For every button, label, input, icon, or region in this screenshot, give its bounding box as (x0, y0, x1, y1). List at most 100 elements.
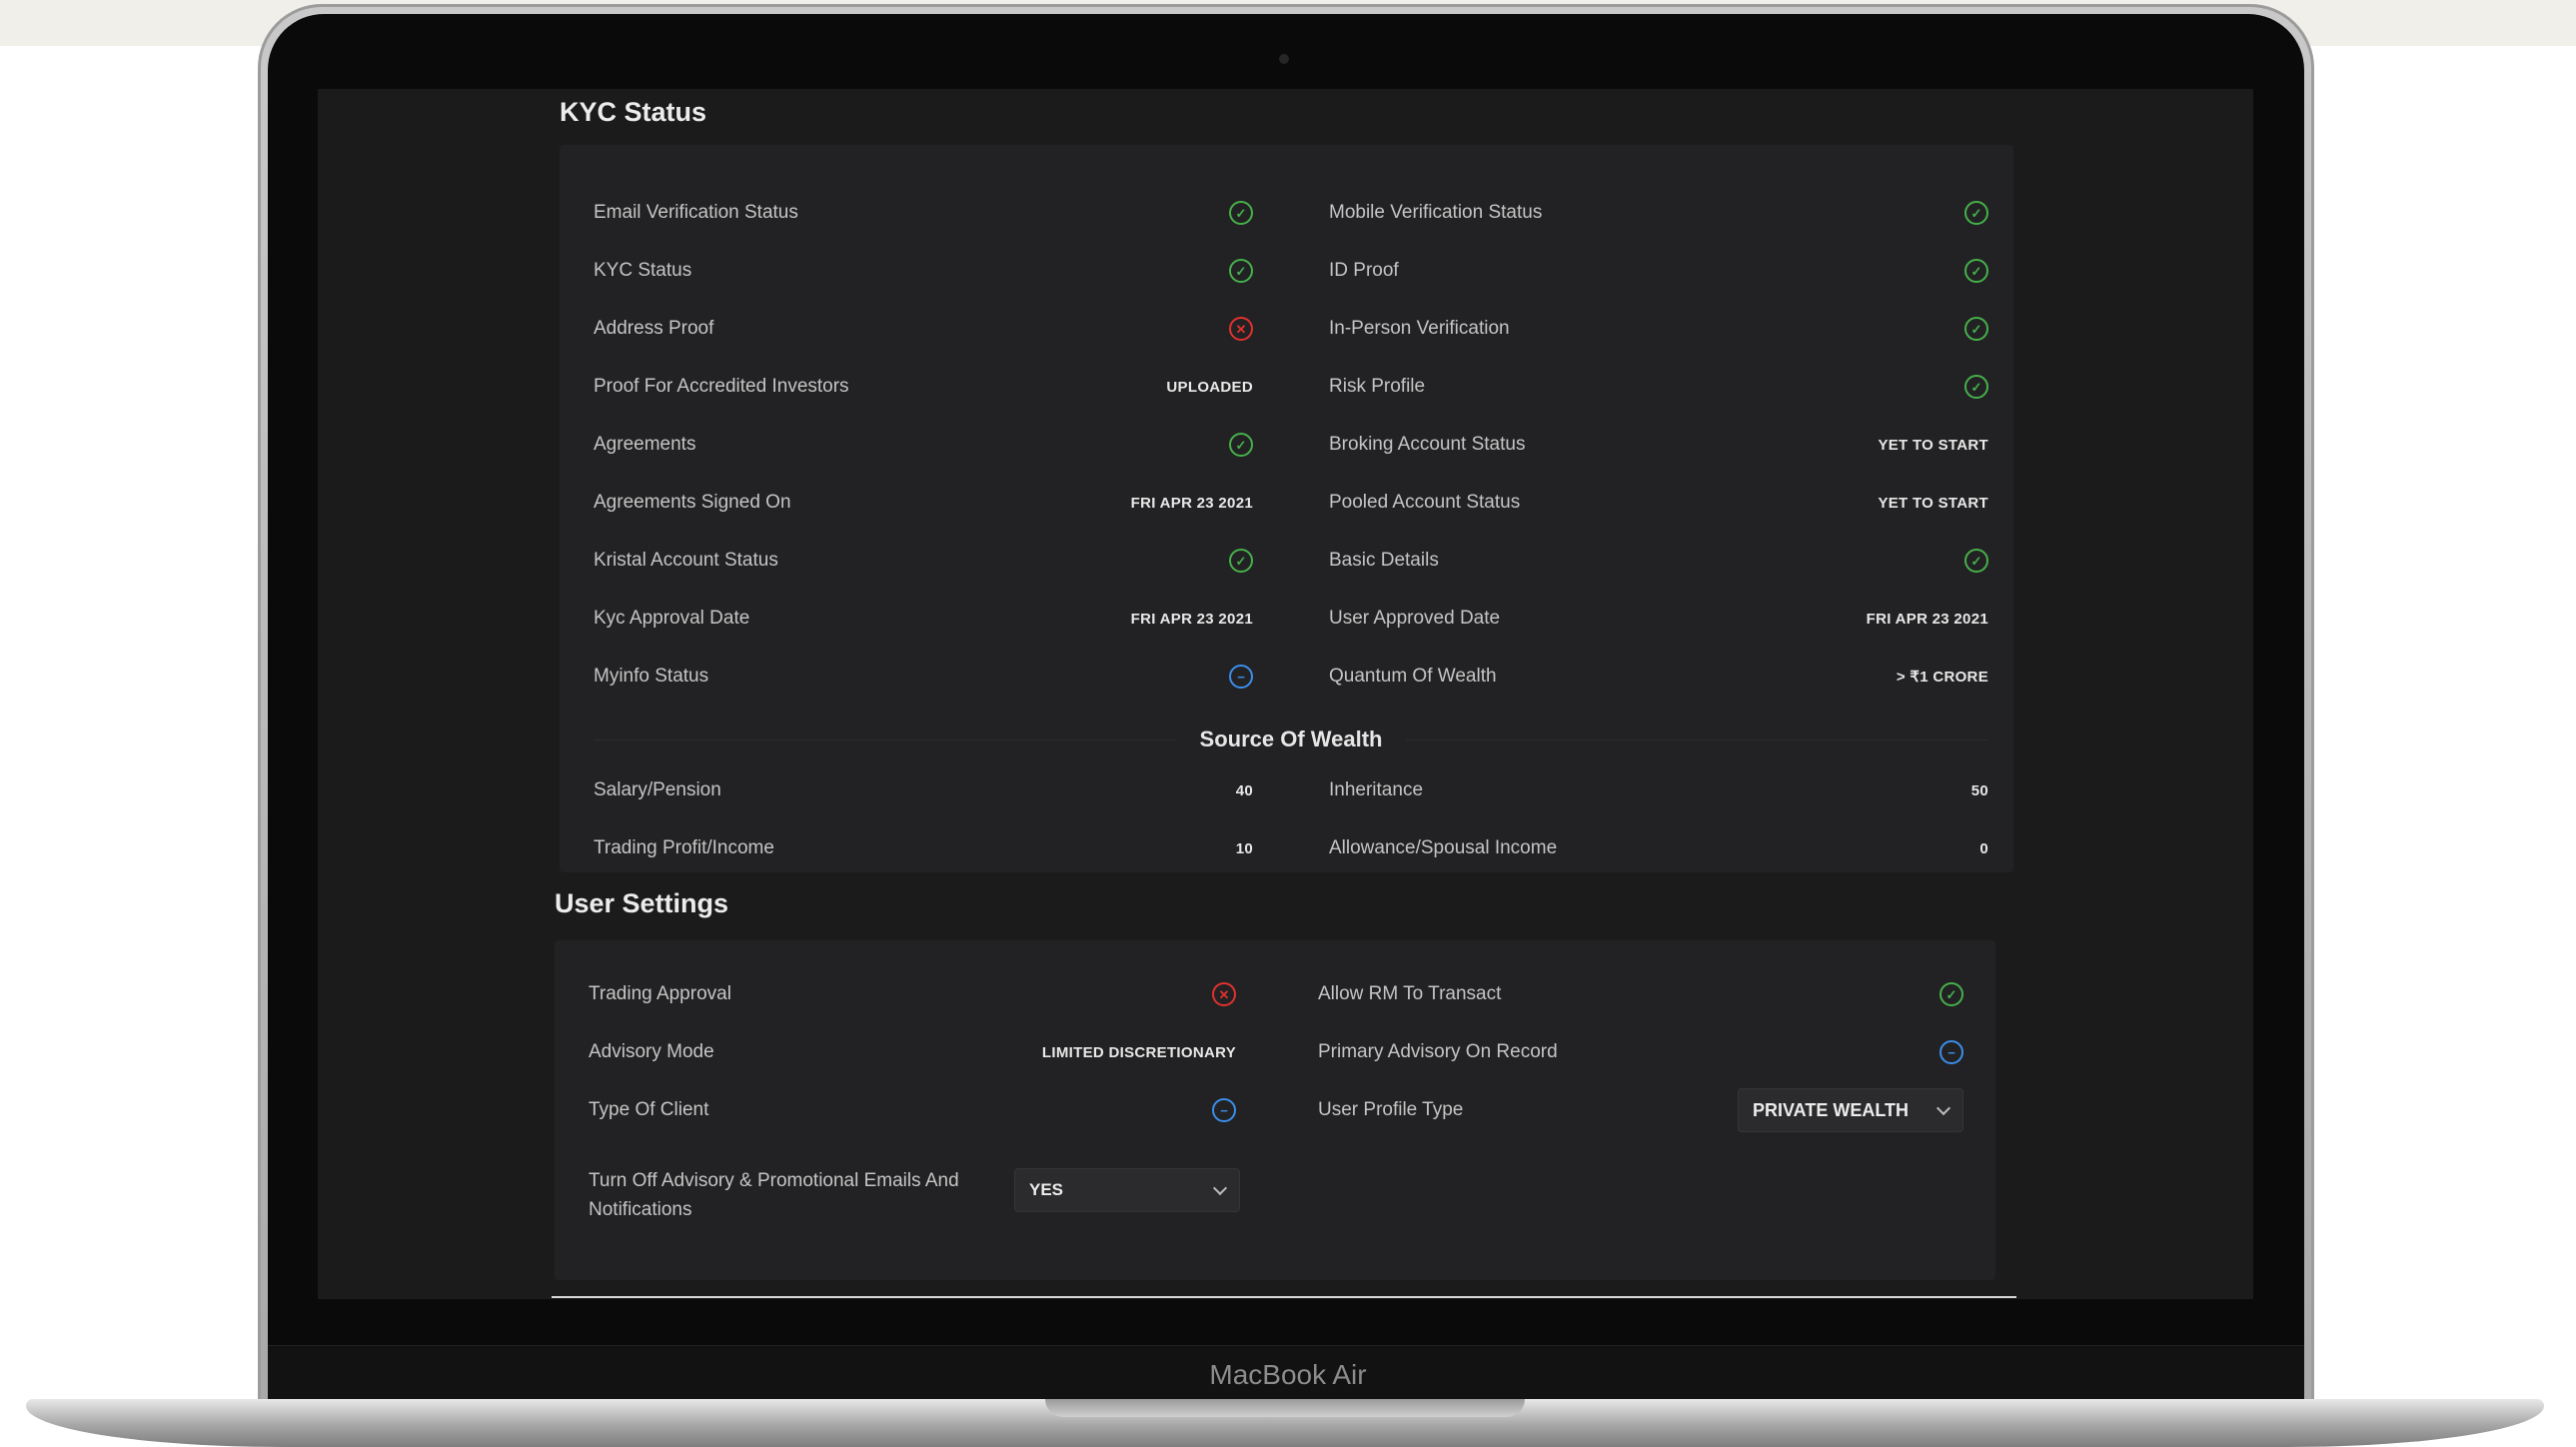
row-label: ID Proof (1329, 260, 1399, 281)
user-settings-title: User Settings (555, 888, 729, 918)
divider-line (594, 738, 1176, 740)
email-toggle-label: Turn Off Advisory & Promotional Emails A… (589, 1170, 959, 1220)
source-of-wealth-heading: Source Of Wealth (594, 723, 1988, 756)
kyc-row-user-approved-date: User Approved Date FRI APR 23 2021 (1329, 599, 1988, 639)
row-label: In-Person Verification (1329, 318, 1510, 339)
row-label: Myinfo Status (594, 666, 709, 687)
row-label: Address Proof (594, 318, 714, 339)
kyc-row-broking-account: Broking Account Status YET TO START (1329, 425, 1988, 465)
row-label: User Profile Type (1318, 1099, 1464, 1120)
select-value: PRIVATE WEALTH (1753, 1099, 1909, 1120)
check-icon: ✓ (1964, 259, 1988, 283)
kyc-row-basic-details: Basic Details ✓ (1329, 541, 1988, 581)
row-value: FRI APR 23 2021 (1866, 610, 1988, 628)
row-label: Advisory Mode (589, 1041, 714, 1062)
user-profile-type-select[interactable]: PRIVATE WEALTH (1738, 1088, 1963, 1132)
row-label: Primary Advisory On Record (1318, 1041, 1558, 1062)
kyc-row-agreements: Agreements ✓ (594, 425, 1253, 465)
check-icon: ✓ (1229, 259, 1253, 283)
row-value: 50 (1970, 781, 1988, 799)
row-value: 0 (1979, 839, 1988, 857)
row-label: Broking Account Status (1329, 434, 1526, 455)
cross-icon[interactable]: ✕ (1212, 982, 1236, 1006)
row-label: Kristal Account Status (594, 550, 778, 571)
wealth-row-salary: Salary/Pension 40 (594, 770, 1253, 810)
row-label: User Approved Date (1329, 608, 1501, 629)
row-label: Allowance/Spousal Income (1329, 837, 1558, 858)
cross-icon: ✕ (1229, 317, 1253, 341)
check-icon[interactable]: ✓ (1939, 982, 1963, 1006)
kyc-section-title: KYC Status (560, 97, 707, 127)
kyc-row-risk-profile: Risk Profile ✓ (1329, 367, 1988, 407)
wealth-row-inheritance: Inheritance 50 (1329, 770, 1988, 810)
row-label: Trading Profit/Income (594, 837, 774, 858)
row-label: Mobile Verification Status (1329, 202, 1543, 223)
setting-row-trading-approval: Trading Approval ✕ (589, 974, 1236, 1014)
chevron-down-icon (1212, 1180, 1228, 1195)
select-value: YES (1029, 1180, 1064, 1199)
row-value: 40 (1235, 781, 1253, 799)
setting-row-user-profile-type: User Profile Type (1318, 1090, 1638, 1130)
minus-icon[interactable]: − (1212, 1098, 1236, 1122)
kyc-row-myinfo: Myinfo Status − (594, 657, 1253, 697)
row-value: FRI APR 23 2021 (1130, 610, 1253, 628)
row-value: YET TO START (1878, 436, 1988, 454)
setting-row-advisory-mode: Advisory Mode LIMITED DISCRETIONARY (589, 1032, 1236, 1072)
kyc-panel: Email Verification Status ✓ KYC Status ✓… (560, 145, 2013, 872)
row-label: Allow RM To Transact (1318, 983, 1502, 1004)
check-icon: ✓ (1229, 201, 1253, 225)
check-icon: ✓ (1229, 433, 1253, 457)
check-icon: ✓ (1964, 201, 1988, 225)
row-label: Kyc Approval Date (594, 608, 750, 629)
kyc-row-accredited-proof: Proof For Accredited Investors UPLOADED (594, 367, 1253, 407)
kyc-row-kyc-status: KYC Status ✓ (594, 251, 1253, 291)
divider-line (1406, 738, 1988, 740)
kyc-row-quantum-of-wealth: Quantum Of Wealth > ₹1 CRORE (1329, 657, 1988, 697)
wealth-row-trading-profit: Trading Profit/Income 10 (594, 828, 1253, 868)
check-icon: ✓ (1964, 317, 1988, 341)
row-value: YET TO START (1878, 494, 1988, 512)
email-toggle-select[interactable]: YES (1014, 1168, 1240, 1212)
camera-icon (1279, 54, 1289, 64)
setting-row-allow-rm: Allow RM To Transact ✓ (1318, 974, 1963, 1014)
kyc-row-email-verification: Email Verification Status ✓ (594, 193, 1253, 233)
row-label: Trading Approval (589, 983, 731, 1004)
row-label: Type Of Client (589, 1099, 709, 1120)
row-label: Email Verification Status (594, 202, 798, 223)
kyc-row-pooled-account: Pooled Account Status YET TO START (1329, 483, 1988, 523)
minus-icon[interactable]: − (1939, 1040, 1963, 1064)
row-label: KYC Status (594, 260, 692, 281)
kyc-row-kyc-approval-date: Kyc Approval Date FRI APR 23 2021 (594, 599, 1253, 639)
minus-icon: − (1229, 665, 1253, 689)
setting-row-type-of-client: Type Of Client − (589, 1090, 1236, 1130)
row-label: Agreements (594, 434, 696, 455)
chevron-down-icon (1935, 1100, 1951, 1115)
kyc-row-kristal-account: Kristal Account Status ✓ (594, 541, 1253, 581)
row-label: Inheritance (1329, 779, 1424, 800)
row-label: Basic Details (1329, 550, 1439, 571)
row-value: FRI APR 23 2021 (1130, 494, 1253, 512)
setting-row-primary-advisory: Primary Advisory On Record − (1318, 1032, 1963, 1072)
kyc-row-agreements-signed: Agreements Signed On FRI APR 23 2021 (594, 483, 1253, 523)
device-brand-label: MacBook Air (1209, 1359, 1367, 1390)
source-of-wealth-title: Source Of Wealth (1199, 726, 1383, 751)
kyc-row-id-proof: ID Proof ✓ (1329, 251, 1988, 291)
check-icon: ✓ (1229, 549, 1253, 573)
row-value: 10 (1235, 839, 1253, 857)
bottom-rule (552, 1296, 2016, 1298)
laptop-notch (1045, 1399, 1525, 1417)
row-label: Quantum Of Wealth (1329, 666, 1497, 687)
row-value: LIMITED DISCRETIONARY (1041, 1043, 1236, 1061)
app-screen: KYC Status Email Verification Status ✓ K… (318, 89, 2253, 1299)
kyc-row-in-person: In-Person Verification ✓ (1329, 309, 1988, 349)
row-label: Proof For Accredited Investors (594, 376, 849, 397)
row-label: Risk Profile (1329, 376, 1426, 397)
row-label: Salary/Pension (594, 779, 721, 800)
row-value: UPLOADED (1166, 378, 1253, 396)
row-value: > ₹1 CRORE (1896, 669, 1988, 686)
row-label: Agreements Signed On (594, 492, 791, 513)
check-icon: ✓ (1964, 375, 1988, 399)
check-icon: ✓ (1964, 549, 1988, 573)
row-label: Pooled Account Status (1329, 492, 1521, 513)
user-settings-panel: Trading Approval ✕ Advisory Mode LIMITED… (555, 940, 1995, 1280)
